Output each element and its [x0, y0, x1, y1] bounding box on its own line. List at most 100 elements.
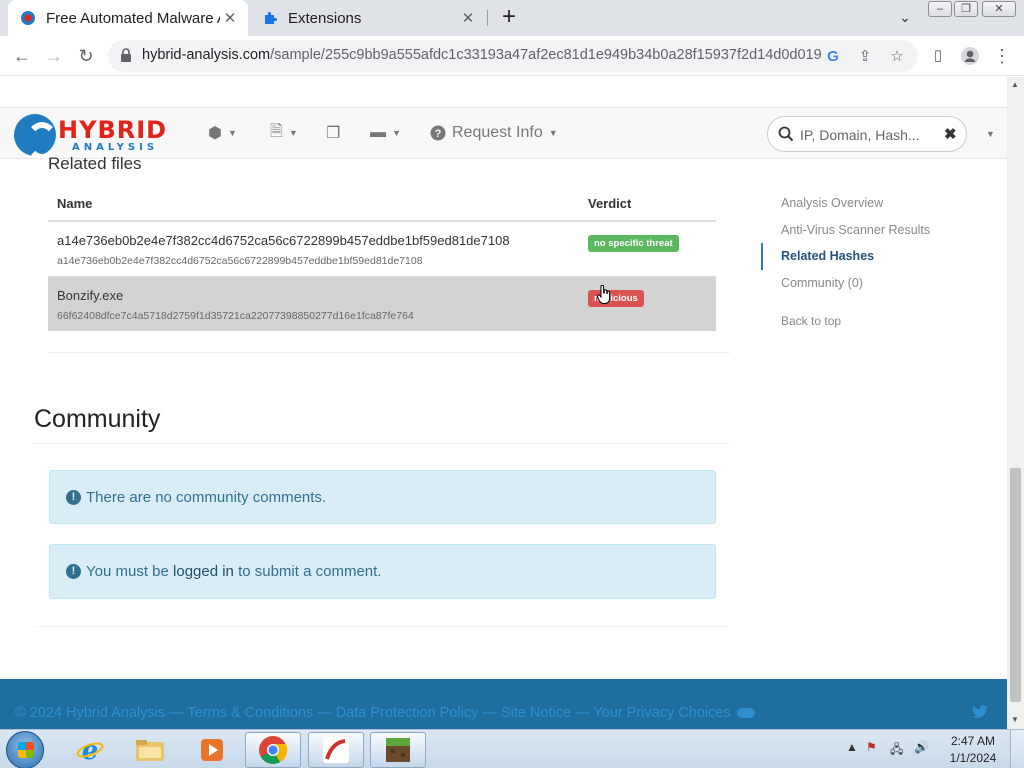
taskbar-clock[interactable]: 2:47 AM 1/1/2024 [944, 733, 1002, 767]
submit-menu[interactable]: ⬢ ▼ [208, 122, 237, 144]
acrobat-reader-icon[interactable] [308, 732, 364, 768]
scroll-down-icon[interactable]: ▼ [1011, 715, 1019, 724]
nav-related-hashes[interactable]: Related Hashes [761, 243, 991, 270]
related-files-table: Name Verdict a14e736eb0b2e4e7f382cc4d675… [48, 186, 716, 331]
hybrid-analysis-favicon-icon [20, 10, 36, 26]
minimize-window-icon[interactable]: – [928, 1, 952, 17]
nav-community[interactable]: Community (0) [761, 270, 991, 297]
minecraft-icon[interactable] [370, 732, 426, 768]
chrome-icon[interactable] [245, 732, 301, 768]
footer-link-terms[interactable]: Terms & Conditions [187, 705, 313, 721]
tab-close-icon[interactable]: ✕ [458, 9, 478, 27]
tab-title: Free Automated Malware Analysis Service [46, 9, 220, 27]
bookmark-star-icon[interactable]: ☆ [888, 48, 906, 66]
community-heading: Community [34, 405, 161, 433]
browser-menu-icon[interactable]: ⋮ [990, 44, 1014, 68]
browser-tab-strip: Free Automated Malware Analysis Service … [0, 0, 1024, 36]
request-info-menu[interactable]: ? Request Info ▼ [430, 122, 558, 144]
column-header-name: Name [48, 186, 579, 222]
footer-link-privacy-choices[interactable]: Your Privacy Choices [593, 705, 730, 721]
account-chevron-down-icon[interactable]: ▼ [986, 129, 995, 139]
login-prefix-text: You must be [86, 563, 174, 580]
nav-analysis-overview[interactable]: Analysis Overview [761, 190, 991, 217]
new-tab-plus-icon[interactable]: + [496, 4, 522, 30]
file-name[interactable]: Bonzify.exe [57, 288, 570, 303]
site-footer: © 2024 Hybrid Analysis — Terms & Conditi… [0, 679, 1007, 729]
footer-copyright: © 2024 Hybrid Analysis [15, 705, 166, 721]
search-box[interactable]: ✖ [767, 116, 967, 152]
folder-menu[interactable]: ▬ ▼ [370, 122, 401, 144]
nav-anti-virus-results[interactable]: Anti-Virus Scanner Results [761, 217, 991, 244]
hand-cursor-icon [597, 284, 611, 304]
footer-link-site-notice[interactable]: Site Notice [501, 705, 571, 721]
show-desktop-button[interactable] [1010, 730, 1024, 768]
tab-separator [487, 10, 488, 26]
file-name[interactable]: a14e736eb0b2e4e7f382cc4d6752ca56c6722899… [57, 233, 570, 248]
network-icon[interactable]: 🖧 [890, 740, 903, 761]
logo-text-bottom: ANALYSIS [72, 142, 159, 153]
divider [48, 352, 730, 353]
twitter-icon[interactable] [972, 705, 988, 719]
files-icon: ❐ [326, 125, 341, 142]
tab-close-icon[interactable]: ✕ [220, 9, 240, 27]
back-arrow-icon[interactable]: ← [10, 44, 34, 68]
table-row[interactable]: Bonzify.exe 66f62408dfce7c4a5718d2759f1d… [48, 275, 716, 331]
browser-toolbar: ← → ↻ hybrid-analysis.com/sample/255c9bb… [0, 36, 1024, 76]
folder-icon: ▬ [370, 124, 386, 141]
footer-separator: — [313, 705, 336, 721]
page-section-nav: Analysis Overview Anti-Virus Scanner Res… [761, 190, 991, 328]
google-lens-icon[interactable]: G [824, 48, 842, 66]
login-link[interactable]: logged in [173, 563, 234, 580]
login-required-alert: ! You must be logged in to submit a comm… [49, 544, 716, 599]
volume-icon[interactable]: 🔊 [914, 740, 929, 754]
table-row[interactable]: a14e736eb0b2e4e7f382cc4d6752ca56c6722899… [48, 220, 716, 276]
back-to-top-link[interactable]: Back to top [761, 314, 991, 328]
footer-link-data-protection[interactable]: Data Protection Policy [336, 705, 479, 721]
footer-separator: — [478, 705, 501, 721]
no-comments-text: There are no community comments. [86, 488, 327, 506]
exclamation-circle-icon: ! [66, 564, 81, 579]
footer-separator: — [165, 705, 188, 721]
file-hash: 66f62408dfce7c4a5718d2759f1d35721ca22077… [57, 309, 414, 322]
search-icon [778, 126, 794, 142]
internet-explorer-icon[interactable]: e [62, 732, 118, 768]
share-icon[interactable]: ⇪ [856, 48, 874, 66]
close-window-icon[interactable]: ✕ [982, 1, 1016, 17]
chevron-down-icon: ▼ [227, 128, 237, 138]
profile-avatar-icon[interactable] [958, 44, 982, 68]
svg-text:?: ? [435, 128, 442, 140]
scrollbar-thumb[interactable] [1010, 468, 1021, 702]
cube-icon: ⬢ [208, 125, 222, 142]
url-path: /sample/255c9bb9a555afdc1c33193a47af2ec8… [270, 47, 822, 63]
privacy-choices-toggle-icon [736, 708, 755, 719]
address-bar[interactable]: hybrid-analysis.com/sample/255c9bb9a555a… [108, 40, 918, 72]
chevron-down-icon: ▼ [392, 128, 401, 138]
chevron-down-icon: ▼ [548, 128, 558, 138]
tab-title: Extensions [288, 9, 362, 27]
chevron-down-icon: ▼ [288, 128, 298, 138]
media-player-icon[interactable] [184, 732, 240, 768]
clear-search-icon[interactable]: ✖ [944, 125, 957, 143]
file-hash: a14e736eb0b2e4e7f382cc4d6752ca56c6722899… [57, 255, 423, 267]
file-explorer-icon[interactable] [122, 732, 178, 768]
clock-date: 1/1/2024 [949, 751, 997, 765]
file-upload-menu[interactable]: 🗎 ▼ [270, 122, 298, 144]
tab-hybrid-analysis[interactable]: Free Automated Malware Analysis Service … [8, 0, 248, 36]
side-panel-icon[interactable]: ▯ [926, 44, 950, 68]
search-input[interactable] [800, 125, 940, 145]
hybrid-analysis-logo[interactable]: HYBRID ANALYSIS [14, 114, 180, 160]
page-scrollbar[interactable]: ▲ ▼ [1007, 77, 1024, 729]
tab-search-chevron-icon[interactable]: ⌄ [894, 6, 916, 28]
scroll-up-icon[interactable]: ▲ [1011, 80, 1019, 89]
show-hidden-icons-icon[interactable]: ▲ [846, 740, 858, 754]
start-button[interactable] [6, 731, 44, 768]
puzzle-piece-icon [262, 10, 278, 26]
reload-icon[interactable]: ↻ [74, 44, 98, 68]
forward-arrow-icon[interactable]: → [42, 44, 66, 68]
restore-window-icon[interactable]: ❐ [954, 1, 978, 17]
verdict-badge: no specific threat [588, 235, 679, 252]
copy-files-button[interactable]: ❐ [326, 122, 340, 144]
action-center-flag-icon[interactable]: ⚑ [866, 740, 877, 754]
login-suffix-text: to submit a comment. [233, 563, 382, 580]
tab-extensions[interactable]: Extensions ✕ [250, 0, 486, 36]
